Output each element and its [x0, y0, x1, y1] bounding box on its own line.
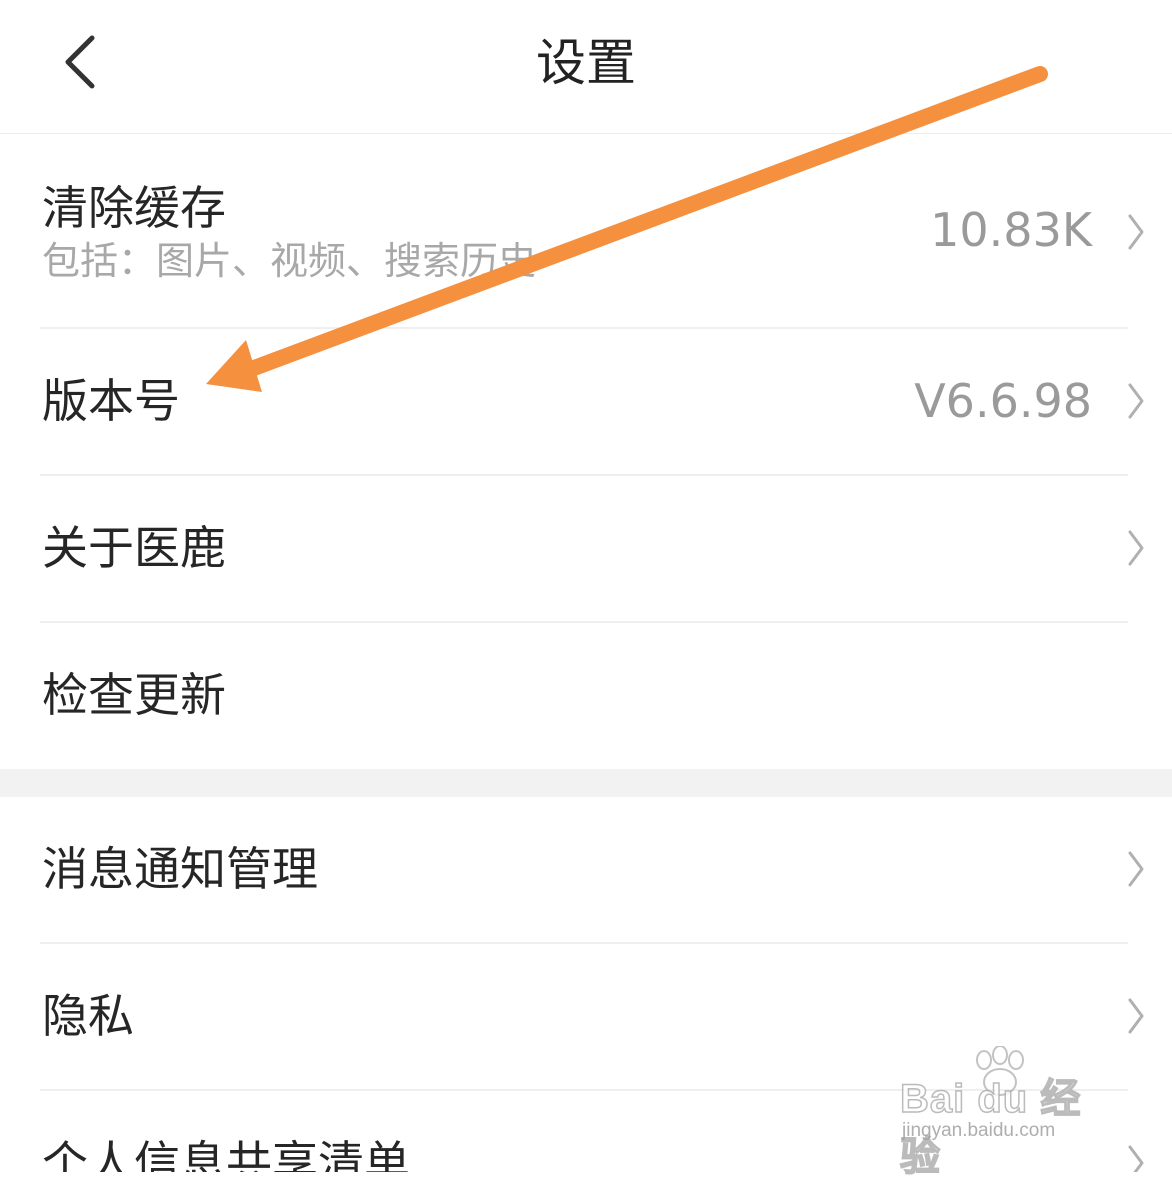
personal-info-sharing-row[interactable]: 个人信息共享清单	[0, 1091, 1172, 1172]
about-label: 关于医鹿	[42, 521, 226, 575]
cache-size-value: 10.83K	[930, 203, 1092, 257]
nav-bar: 设置	[0, 0, 1172, 134]
personal-info-sharing-label: 个人信息共享清单	[42, 1136, 410, 1172]
chevron-right-icon	[1128, 383, 1144, 419]
privacy-row[interactable]: 隐私	[0, 944, 1172, 1090]
version-value: V6.6.98	[914, 374, 1092, 428]
chevron-right-icon	[1128, 851, 1144, 887]
chevron-right-icon	[1128, 998, 1144, 1034]
notification-settings-label: 消息通知管理	[42, 842, 318, 896]
check-update-label: 检查更新	[42, 668, 226, 722]
page-title: 设置	[536, 34, 636, 92]
clear-cache-row[interactable]: 清除缓存 包括：图片、视频、搜索历史 10.83K	[0, 134, 1172, 328]
clear-cache-description: 包括：图片、视频、搜索历史	[42, 239, 537, 283]
notification-settings-row[interactable]: 消息通知管理	[0, 797, 1172, 943]
clear-cache-label: 清除缓存	[42, 181, 226, 235]
chevron-right-icon	[1128, 1145, 1144, 1172]
version-row[interactable]: 版本号 V6.6.98	[0, 329, 1172, 475]
chevron-right-icon	[1128, 214, 1144, 250]
privacy-label: 隐私	[42, 989, 134, 1043]
about-row[interactable]: 关于医鹿	[0, 476, 1172, 622]
check-update-row[interactable]: 检查更新	[0, 623, 1172, 769]
chevron-right-icon	[1128, 530, 1144, 566]
section-separator	[0, 769, 1172, 797]
version-label: 版本号	[42, 374, 180, 428]
